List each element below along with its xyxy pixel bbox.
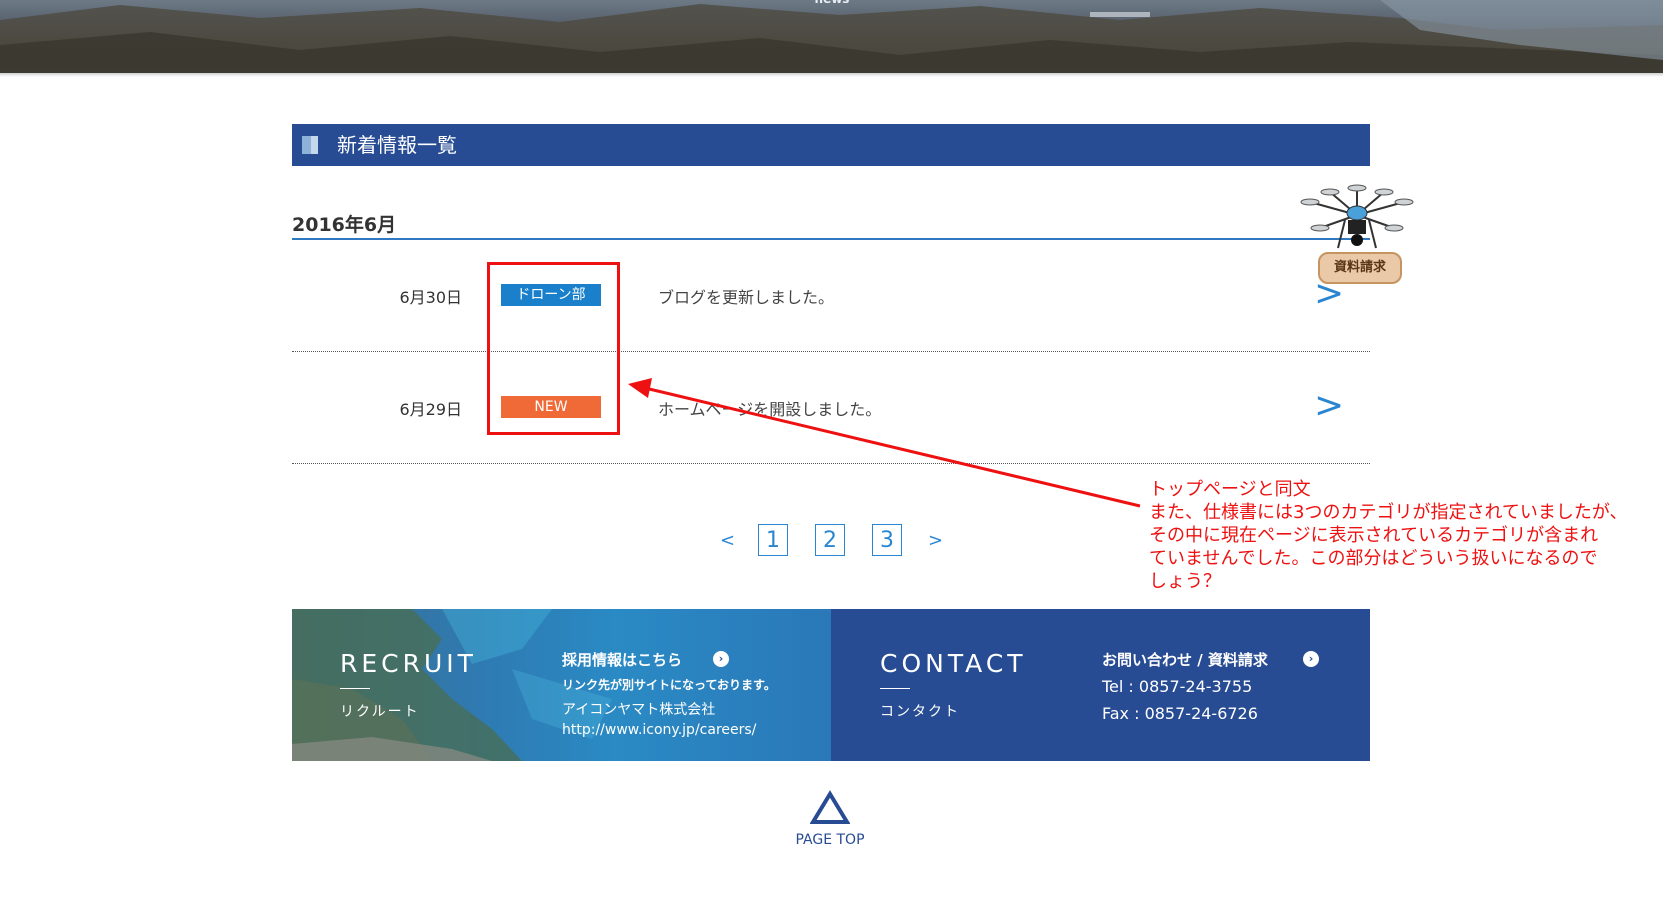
request-materials-button[interactable]: 資料請求 (1318, 252, 1402, 284)
hero-label: news (810, 0, 854, 6)
row-divider (292, 463, 1370, 464)
recruit-company: アイコンヤマト株式会社 (562, 702, 716, 718)
contact-tel: Tel : 0857-24-3755 (1102, 677, 1253, 696)
news-item[interactable]: 6月30日 ドローン部 ブログを更新しました。 > (292, 240, 1370, 352)
annotation-line: トップページと同文 (1149, 479, 1311, 500)
arrow-circle-icon[interactable]: › (713, 651, 729, 667)
recruit-note: リンク先が別サイトになっております。 (562, 678, 776, 692)
annotation-highlight-box (487, 262, 620, 435)
contact-panel[interactable]: CONTACT コンタクト お問い合わせ / 資料請求 › Tel : 0857… (831, 609, 1370, 761)
page-title: 新着情報一覧 (337, 133, 457, 157)
page-link-1[interactable]: 1 (758, 524, 788, 556)
recruit-url[interactable]: http://www.icony.jp/careers/ (562, 722, 756, 738)
news-text[interactable]: ブログを更新しました。 (658, 284, 834, 308)
next-page-link[interactable]: > (928, 530, 943, 551)
news-text[interactable]: ホームページを開設しました。 (658, 396, 881, 420)
annotation-line: しょう？ (1149, 571, 1221, 592)
page-top-button[interactable]: PAGE TOP (770, 790, 890, 850)
page-top-label: PAGE TOP (795, 832, 865, 848)
recruit-link[interactable]: 採用情報はこちら (562, 649, 682, 670)
mountain-landscape-image (0, 0, 1663, 73)
annotation-line: その中に現在ページに表示されているカテゴリが含まれ (1149, 525, 1599, 546)
page-link-2[interactable]: 2 (815, 524, 845, 556)
triangle-up-icon (810, 790, 850, 824)
section-header: 新着情報一覧 (292, 124, 1370, 166)
news-date: 6月29日 (399, 400, 462, 419)
recruit-title: RECRUIT (340, 649, 477, 678)
hero-banner: news (0, 0, 1663, 73)
recruit-rule (340, 688, 370, 689)
contact-fax: Fax : 0857-24-6726 (1102, 704, 1258, 723)
recruit-panel[interactable]: RECRUIT リクルート 採用情報はこちら › リンク先が別サイトになっており… (292, 609, 831, 761)
month-heading: 2016年6月 (292, 214, 397, 236)
chevron-right-icon[interactable]: > (1314, 374, 1344, 438)
annotation-comment: トップページと同文 また、仕様書には3つのカテゴリが指定されていましたが、 その… (1149, 478, 1649, 593)
annotation-line: また、仕様書には3つのカテゴリが指定されていましたが、 (1149, 502, 1628, 523)
section-marker-icon (302, 136, 318, 154)
recruit-subtitle: リクルート (340, 704, 420, 720)
annotation-line: ていませんでした。この部分はどういう扱いになるので (1149, 548, 1598, 569)
news-item[interactable]: 6月29日 NEW ホームページを開設しました。 > (292, 352, 1370, 464)
contact-subtitle: コンタクト (880, 704, 960, 720)
arrow-circle-icon[interactable]: › (1303, 651, 1319, 667)
contact-rule (880, 688, 910, 689)
hero-shadow (0, 73, 1663, 77)
page-link-3[interactable]: 3 (872, 524, 902, 556)
contact-link[interactable]: お問い合わせ / 資料請求 (1102, 649, 1268, 670)
news-date: 6月30日 (399, 288, 462, 307)
contact-title: CONTACT (880, 649, 1027, 678)
prev-page-link[interactable]: < (720, 530, 735, 551)
